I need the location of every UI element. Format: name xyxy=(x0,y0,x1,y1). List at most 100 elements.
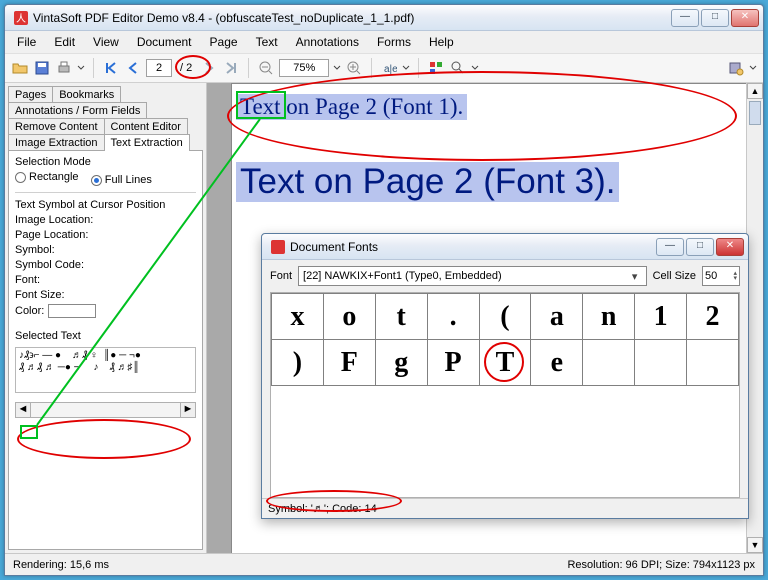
left-panel: Pages Bookmarks Annotations / Form Field… xyxy=(5,83,207,553)
zoom-out-icon[interactable] xyxy=(257,59,275,77)
status-right: Resolution: 96 DPI; Size: 794x1123 px xyxy=(567,559,755,571)
font-label: Font: xyxy=(15,274,196,286)
find-tool-icon[interactable] xyxy=(449,59,467,77)
dialog-title-bar[interactable]: Document Fonts — □ ✕ xyxy=(262,234,748,260)
font-grid-cell[interactable]: 2 xyxy=(687,294,739,340)
menu-edit[interactable]: Edit xyxy=(54,35,75,49)
next-page-icon[interactable] xyxy=(200,59,218,77)
font-grid-cell[interactable]: ) xyxy=(272,340,324,386)
zoom-input[interactable]: 75% xyxy=(279,59,329,77)
image-location-label: Image Location: xyxy=(15,214,196,226)
chevron-down-icon: ▾ xyxy=(628,270,642,283)
font-grid-cell[interactable] xyxy=(635,340,687,386)
page-number-input[interactable]: 2 xyxy=(146,59,172,77)
menu-help[interactable]: Help xyxy=(429,35,454,49)
tab-pages[interactable]: Pages xyxy=(8,86,53,103)
dialog-icon xyxy=(270,239,286,255)
menu-document[interactable]: Document xyxy=(137,35,192,49)
font-grid-cell[interactable]: t xyxy=(375,294,427,340)
font-grid-cell[interactable] xyxy=(687,340,739,386)
annot-tool-icon[interactable] xyxy=(427,59,445,77)
menu-page[interactable]: Page xyxy=(210,35,238,49)
close-button[interactable]: ✕ xyxy=(731,9,759,27)
open-icon[interactable] xyxy=(11,59,29,77)
last-page-icon[interactable] xyxy=(222,59,240,77)
dropdown-icon[interactable] xyxy=(471,59,479,77)
font-grid[interactable]: xot.(an12)FgPTe xyxy=(270,292,740,498)
tab-remove-content[interactable]: Remove Content xyxy=(8,118,105,135)
font-grid-cell[interactable]: n xyxy=(583,294,635,340)
prev-page-icon[interactable] xyxy=(124,59,142,77)
doc-text-line-2[interactable]: Text on Page 2 (Font 3). xyxy=(236,162,619,202)
minimize-button[interactable]: — xyxy=(671,9,699,27)
radio-full-lines[interactable]: Full Lines xyxy=(91,174,152,186)
font-grid-cell[interactable]: e xyxy=(531,340,583,386)
app-icon: 人 xyxy=(13,10,29,26)
dialog-minimize-button[interactable]: — xyxy=(656,238,684,256)
text-tool-icon[interactable]: a|e xyxy=(380,59,398,77)
title-bar[interactable]: 人 VintaSoft PDF Editor Demo v8.4 - (obfu… xyxy=(5,5,763,31)
color-swatch[interactable] xyxy=(48,304,96,318)
save-icon[interactable] xyxy=(33,59,51,77)
dropdown-icon[interactable] xyxy=(402,59,410,77)
page-location-label: Page Location: xyxy=(15,229,196,241)
print-icon[interactable] xyxy=(55,59,73,77)
font-grid-cell[interactable]: 1 xyxy=(635,294,687,340)
page-total: / 2 xyxy=(180,62,192,74)
main-window: 人 VintaSoft PDF Editor Demo v8.4 - (obfu… xyxy=(4,4,764,576)
font-combo-label: Font xyxy=(270,270,292,282)
svg-text:a|e: a|e xyxy=(384,64,397,75)
menu-forms[interactable]: Forms xyxy=(377,35,411,49)
dropdown-icon[interactable] xyxy=(77,59,85,77)
font-grid-cell[interactable]: o xyxy=(323,294,375,340)
dropdown-icon[interactable] xyxy=(749,59,757,77)
tab-content-editor[interactable]: Content Editor xyxy=(104,118,188,135)
settings-icon[interactable] xyxy=(727,59,745,77)
status-left: Rendering: 15,6 ms xyxy=(13,559,109,571)
cell-size-input[interactable]: 50▴▾ xyxy=(702,266,740,286)
menu-view[interactable]: View xyxy=(93,35,119,49)
tab-bookmarks[interactable]: Bookmarks xyxy=(52,86,121,103)
font-grid-cell[interactable] xyxy=(583,340,635,386)
document-fonts-dialog[interactable]: Document Fonts — □ ✕ Font [22] NAWKIX+Fo… xyxy=(261,233,749,519)
selection-mode-label: Selection Mode xyxy=(15,156,196,168)
radio-rectangle[interactable]: Rectangle xyxy=(15,171,79,183)
status-bar: Rendering: 15,6 ms Resolution: 96 DPI; S… xyxy=(5,553,763,575)
tab-image-extraction[interactable]: Image Extraction xyxy=(8,134,105,151)
font-grid-cell[interactable]: x xyxy=(272,294,324,340)
font-grid-cell[interactable]: F xyxy=(323,340,375,386)
symbol-label: Symbol: xyxy=(15,244,196,256)
color-label: Color: xyxy=(15,305,44,317)
menu-file[interactable]: File xyxy=(17,35,36,49)
menu-annotations[interactable]: Annotations xyxy=(296,35,359,49)
h-scrollbar[interactable]: ◄► xyxy=(15,402,196,418)
font-size-label: Font Size: xyxy=(15,289,196,301)
selected-text-label: Selected Text xyxy=(15,330,196,342)
maximize-button[interactable]: □ xyxy=(701,9,729,27)
font-combo[interactable]: [22] NAWKIX+Font1 (Type0, Embedded)▾ xyxy=(298,266,647,286)
font-grid-cell[interactable]: g xyxy=(375,340,427,386)
font-grid-cell[interactable]: ( xyxy=(479,294,531,340)
zoom-in-icon[interactable] xyxy=(345,59,363,77)
selected-text-box[interactable]: ♪₰϶⌐ — ● ♬₰ ♀ ║● ─ ¬● ₰ ♬₰ ♬ ─● ¬ ♪ ₰ ♬♯… xyxy=(15,347,196,393)
toolbar: 2 / 2 75% a|e xyxy=(5,53,763,83)
tab-annotations[interactable]: Annotations / Form Fields xyxy=(8,102,147,119)
menu-text[interactable]: Text xyxy=(256,35,278,49)
symbol-code-label: Symbol Code: xyxy=(15,259,196,271)
dropdown-icon[interactable] xyxy=(333,59,341,77)
font-grid-cell[interactable]: . xyxy=(427,294,479,340)
cell-size-label: Cell Size xyxy=(653,270,696,282)
window-title: VintaSoft PDF Editor Demo v8.4 - (obfusc… xyxy=(33,11,671,25)
font-grid-cell[interactable]: P xyxy=(427,340,479,386)
first-page-icon[interactable] xyxy=(102,59,120,77)
dialog-maximize-button[interactable]: □ xyxy=(686,238,714,256)
svg-text:人: 人 xyxy=(16,13,26,25)
dialog-close-button[interactable]: ✕ xyxy=(716,238,744,256)
text-extraction-panel: Selection Mode Rectangle Full Lines Text… xyxy=(8,150,203,550)
font-grid-cell[interactable]: a xyxy=(531,294,583,340)
menu-bar: File Edit View Document Page Text Annota… xyxy=(5,31,763,53)
font-grid-cell[interactable]: T xyxy=(479,340,531,386)
dialog-title: Document Fonts xyxy=(290,240,656,254)
tab-text-extraction[interactable]: Text Extraction xyxy=(104,134,190,151)
doc-text-line-1[interactable]: Text on Page 2 (Font 1). xyxy=(236,94,467,120)
